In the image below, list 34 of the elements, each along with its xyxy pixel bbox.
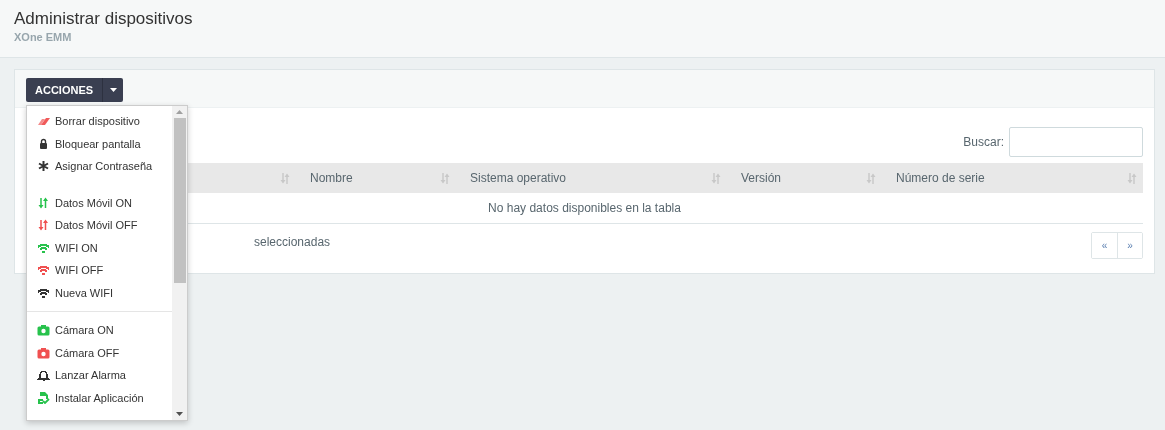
sort-icon[interactable] — [440, 172, 450, 184]
column-header[interactable]: Nombre — [310, 171, 353, 185]
menu-item[interactable]: Cámara ON — [27, 319, 172, 342]
sort-icon[interactable] — [711, 172, 721, 184]
menu-item[interactable]: WIFI OFF — [27, 259, 172, 282]
scroll-up-icon[interactable] — [176, 110, 183, 114]
actions-button[interactable]: ACCIONES — [26, 78, 103, 102]
sort-icon[interactable] — [866, 172, 876, 184]
sort-icon[interactable] — [280, 172, 290, 184]
menu-item[interactable]: Nueva WIFI — [27, 281, 172, 304]
menu-item[interactable]: Datos Móvil ON — [27, 191, 172, 214]
search-field[interactable] — [1009, 127, 1143, 157]
caret-icon — [109, 88, 117, 92]
dropdown-toggle-button[interactable] — [102, 78, 124, 102]
empty-table-message: No hay datos disponibles en la tabla — [488, 201, 681, 215]
selection-info: seleccionadas — [254, 234, 331, 249]
column-header[interactable]: Versión — [741, 171, 782, 185]
page-subtitle: XOne EMM — [14, 31, 73, 43]
menu-item[interactable]: Datos Móvil OFF — [27, 214, 172, 237]
scroll-down-icon[interactable] — [176, 412, 183, 416]
menu-item[interactable]: Bloquear pantalla — [27, 132, 172, 155]
menu-item[interactable]: Asignar Contraseña — [27, 155, 172, 178]
menu-item[interactable]: Instalar Aplicación — [27, 386, 172, 409]
menu-item[interactable]: WIFI ON — [27, 236, 172, 259]
sort-icon[interactable] — [1127, 172, 1137, 184]
menu-item[interactable]: Lanzar Alarma — [27, 364, 172, 387]
scrollbar[interactable] — [172, 106, 187, 420]
column-header[interactable]: Número de serie — [896, 171, 985, 185]
page-title: Administrar dispositivos — [14, 9, 194, 29]
column-header[interactable]: Sistema operativo — [470, 171, 567, 185]
menu-item[interactable]: Borrar dispositivo — [27, 110, 172, 133]
next-page-button[interactable]: » — [1117, 233, 1142, 258]
menu-item[interactable]: Cámara OFF — [27, 341, 172, 364]
search-label: Buscar: — [963, 135, 1004, 149]
